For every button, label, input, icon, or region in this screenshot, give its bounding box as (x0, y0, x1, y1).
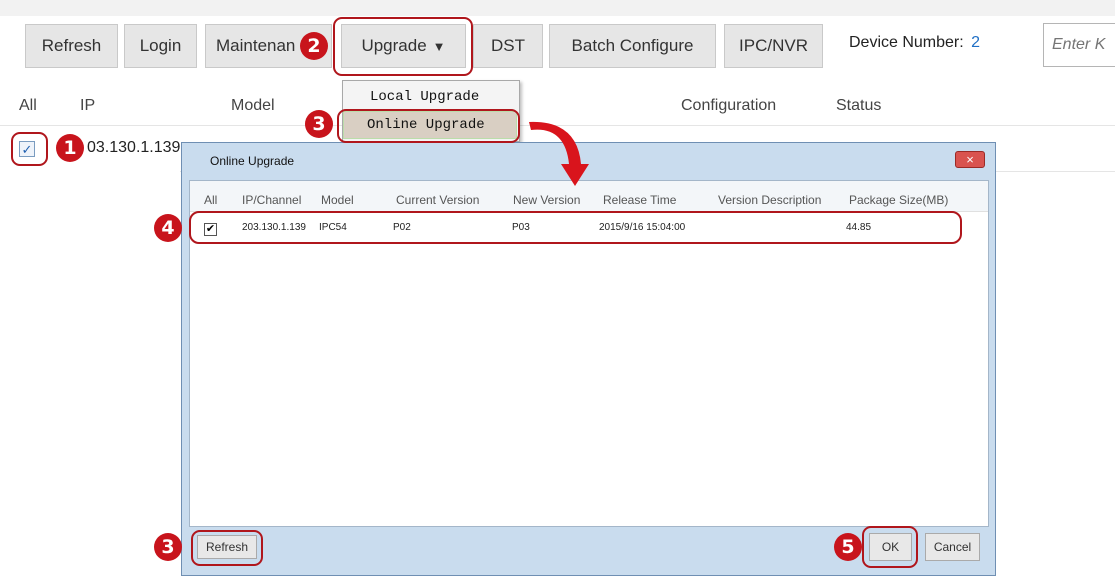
dialog-column-ip: IP/Channel (242, 193, 302, 207)
dialog-column-model: Model (321, 193, 354, 207)
column-status: Status (836, 97, 882, 114)
device-number-text: Device Number: (849, 34, 964, 51)
batch-configure-button[interactable]: Batch Configure (549, 24, 716, 68)
dialog-column-package-size: Package Size(MB) (849, 193, 949, 207)
dialog-column-all: All (204, 193, 218, 207)
ipc-nvr-button-label: IPC/NVR (739, 36, 808, 55)
column-model: Model (231, 97, 275, 114)
step-marker-1: 1 (56, 134, 84, 162)
dst-button[interactable]: DST (473, 24, 543, 68)
menu-item-local-upgrade[interactable]: Local Upgrade (370, 89, 479, 105)
dialog-column-version-description: Version Description (718, 193, 822, 207)
close-icon[interactable]: × (955, 151, 985, 168)
batch-configure-button-label: Batch Configure (571, 36, 694, 55)
dialog-column-new-version: New Version (513, 193, 581, 207)
maintenance-button-label: Maintenan (216, 36, 296, 55)
refresh-button[interactable]: Refresh (25, 24, 118, 68)
column-configuration: Configuration (681, 97, 777, 114)
dst-button-label: DST (491, 36, 525, 55)
curved-arrow-icon (529, 121, 589, 186)
device-number-value: 2 (971, 34, 981, 51)
login-button[interactable]: Login (124, 24, 197, 68)
highlight-dialog-row (189, 211, 962, 244)
column-ip: IP (80, 97, 96, 114)
refresh-button-label: Refresh (41, 36, 102, 55)
highlight-device-checkbox (11, 132, 48, 166)
device-row-ip: 03.130.1.139 (87, 139, 181, 156)
step-marker-5: 5 (834, 533, 862, 561)
step-marker-3-refresh: 3 (154, 533, 182, 561)
ipc-nvr-button[interactable]: IPC/NVR (724, 24, 823, 68)
step-marker-2: 2 (300, 32, 328, 60)
column-all: All (19, 97, 37, 114)
highlight-online-upgrade (337, 109, 520, 143)
device-number-label: Device Number: 2 (849, 34, 980, 52)
dialog-column-current-version: Current Version (396, 193, 480, 207)
step-marker-3-menu: 3 (305, 110, 333, 138)
highlight-upgrade-button (333, 17, 473, 76)
toolbar-background (0, 0, 1115, 16)
highlight-refresh-button (191, 530, 263, 566)
dialog-column-release-time: Release Time (603, 193, 677, 207)
dialog-title: Online Upgrade (210, 154, 295, 168)
step-marker-4: 4 (154, 214, 182, 242)
search-input[interactable] (1043, 23, 1115, 67)
cancel-button[interactable]: Cancel (925, 533, 980, 561)
login-button-label: Login (139, 36, 182, 55)
highlight-ok-button (862, 526, 918, 568)
